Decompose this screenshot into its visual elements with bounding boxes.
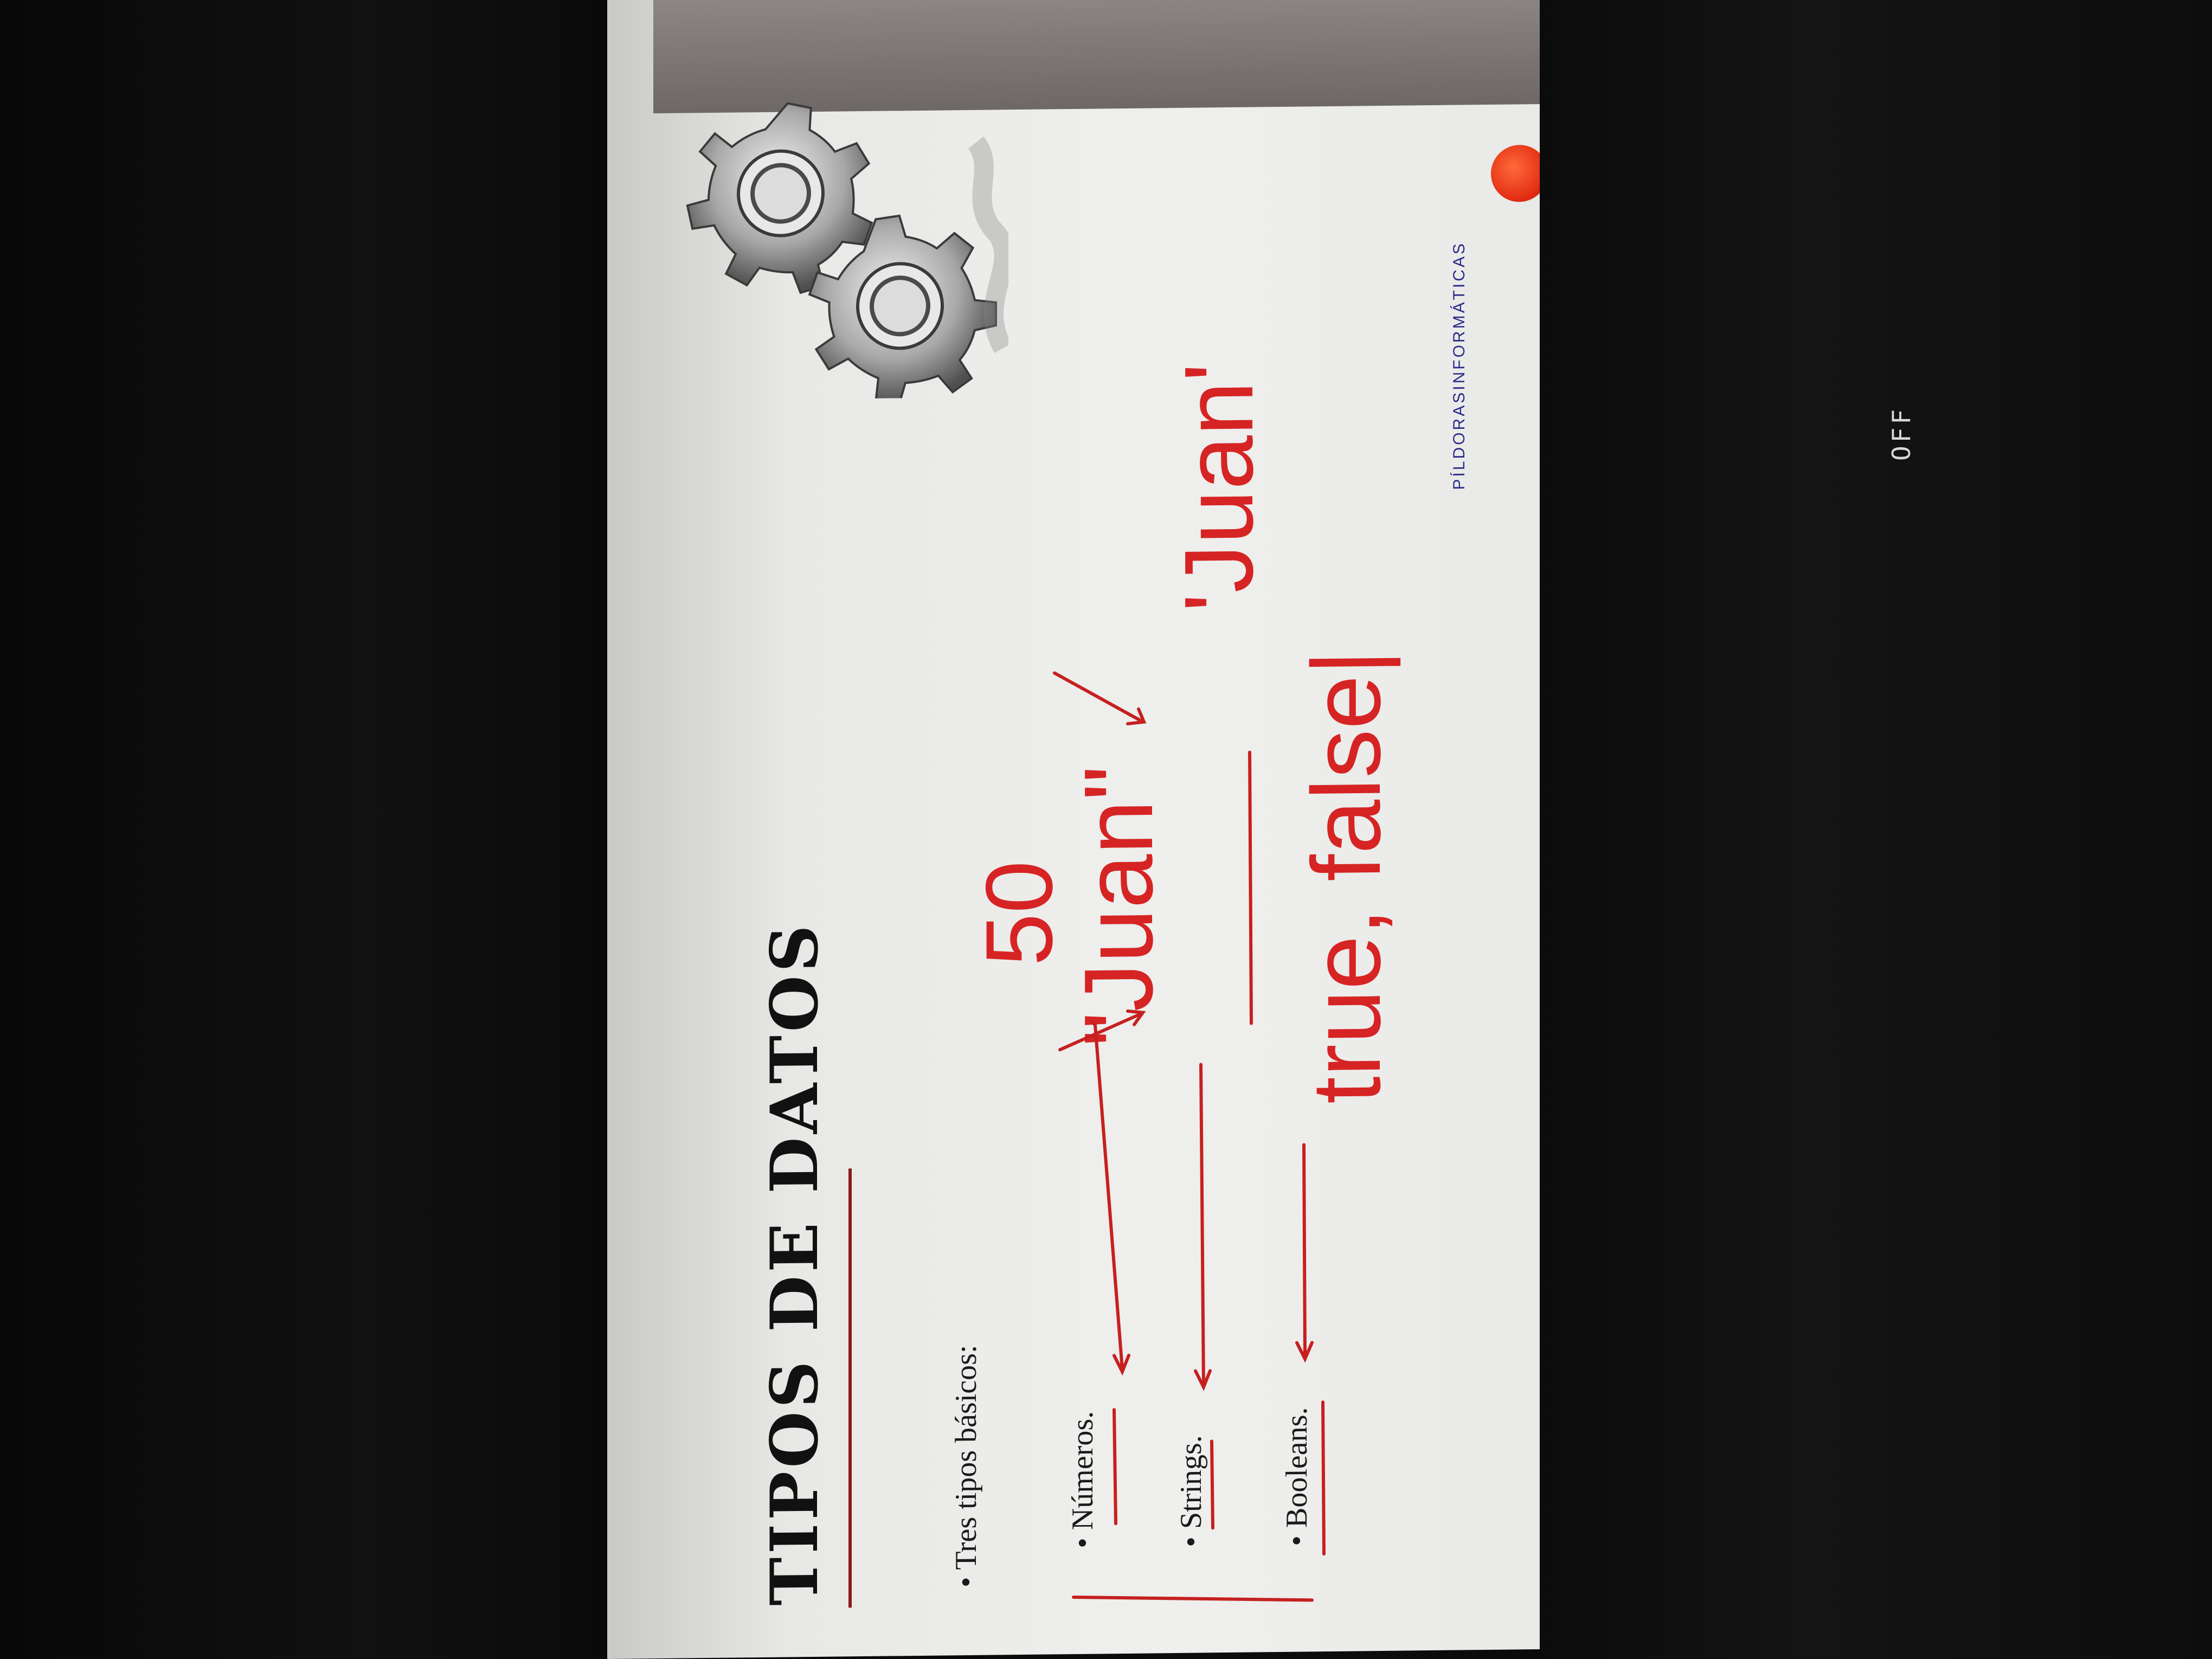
underline-numeros <box>1113 1408 1117 1526</box>
bullet-intro: • Tres tipos básicos: <box>949 1345 983 1588</box>
underline-booleans <box>1321 1400 1326 1556</box>
annotation-string-double-quotes: "Juan" <box>1064 764 1173 1047</box>
monitor-bezel <box>1534 0 2212 1659</box>
underline-strings <box>1210 1439 1214 1530</box>
slide-title: TIPOS DE DATOS <box>756 921 833 1606</box>
arrow-strings <box>1199 1063 1205 1386</box>
arrow-numeros <box>1091 1020 1124 1371</box>
photo-background: OFF PÍLDORASINFORMÁTICAS TIPOS DE DATOS … <box>0 0 2212 1659</box>
bullet-booleans: • Booleans. <box>1280 1407 1314 1547</box>
underline-juan <box>1248 750 1253 1025</box>
arrow-booleans <box>1302 1143 1307 1358</box>
bullet-strings: • Strings. <box>1174 1435 1208 1548</box>
bracket-bar <box>1072 1595 1314 1602</box>
annotation-number-example: 50 <box>967 860 1072 967</box>
title-underline <box>848 1168 852 1608</box>
dark-surroundings <box>0 0 613 1659</box>
annotation-string-single-quotes: 'Juan' <box>1165 362 1274 613</box>
bullet-numeros: • Números. <box>1066 1411 1099 1549</box>
monitor-off-label: OFF <box>1887 406 1916 461</box>
logo-circle-icon <box>1491 144 1540 202</box>
gears-icon <box>672 93 1008 400</box>
arrow-to-single-quote <box>1053 671 1143 723</box>
annotation-boolean-example: true, false| <box>1292 649 1401 1104</box>
presentation-slide: PÍLDORASINFORMÁTICAS TIPOS DE DATOS • Tr… <box>607 0 1540 1659</box>
logo-text: PÍLDORASINFORMÁTICAS <box>1450 241 1468 490</box>
